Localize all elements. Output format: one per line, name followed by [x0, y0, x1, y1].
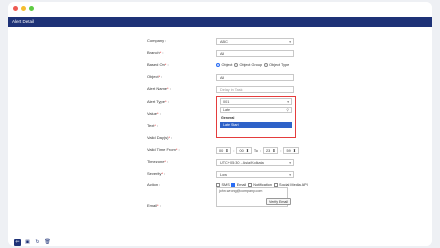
radio-object-type[interactable]: [263, 63, 268, 67]
to-minute-input[interactable]: 59 ⬍: [283, 147, 299, 154]
radio-object-label: Object: [221, 63, 233, 67]
action-label: Action :: [147, 182, 161, 187]
dropdown-group-general: General: [221, 116, 235, 120]
email-label: Email* :: [147, 203, 161, 208]
branch-label: Branch* :: [147, 50, 164, 55]
back-icon[interactable]: ⇐: [14, 239, 21, 246]
maximize-window-button[interactable]: [29, 6, 34, 11]
timezone-label: Timezone* :: [147, 159, 169, 164]
from-hour-input[interactable]: 00 ⬍: [216, 147, 232, 154]
search-icon: ⚲: [286, 108, 289, 112]
branch-field[interactable]: All: [216, 50, 294, 57]
time-colon: :: [280, 148, 282, 153]
page-title: Alert Detail: [12, 19, 35, 24]
valid-days-label: Valid Day(s)* :: [147, 135, 173, 140]
save-icon[interactable]: ▣: [24, 239, 31, 246]
to-label: To: [253, 148, 258, 153]
radio-object-group-label: Object Group: [239, 63, 263, 67]
delete-icon[interactable]: 🗑: [44, 239, 51, 246]
radio-object[interactable]: [216, 63, 220, 67]
page-header: Alert Detail: [8, 17, 432, 27]
alert-name-label: Alert Name* :: [147, 86, 171, 91]
bottom-toolbar: ⇐ ▣ ↻ 🗑: [8, 236, 432, 246]
minimize-window-button[interactable]: [21, 6, 26, 11]
valid-time-row: 00 ⬍ : 00 ⬍ To: 23 ⬍ : 59 ⬍: [216, 147, 299, 154]
based-on-radio-group: Object Object Group Object Type: [216, 62, 289, 68]
alert-type-dropdown[interactable]: 001 Late⚲ General Late Start: [216, 96, 296, 138]
refresh-icon[interactable]: ↻: [34, 239, 41, 246]
title-bar: [8, 2, 432, 15]
company-label: Company :: [147, 38, 167, 43]
timezone-select[interactable]: UTC+05:30 - Asia/Kolkata: [216, 159, 294, 166]
value-label: Value* :: [147, 111, 161, 116]
app-window: Alert Detail Company : ABC Branch* : All…: [8, 2, 432, 246]
valid-time-label: Valid Time From* :: [147, 147, 180, 152]
dropdown-option-late-start[interactable]: Late Start: [220, 122, 292, 128]
alert-name-field[interactable]: Delay in Task: [216, 86, 294, 93]
verify-email-button[interactable]: Verify Email: [266, 198, 291, 205]
based-on-label: Based On* :: [147, 62, 169, 67]
radio-object-type-label: Object Type: [269, 63, 290, 67]
radio-object-group[interactable]: [233, 63, 238, 67]
from-minute-input[interactable]: 00 ⬍: [236, 147, 252, 154]
time-colon: :: [233, 148, 235, 153]
close-window-button[interactable]: [13, 6, 18, 11]
alert-type-search-input[interactable]: Late ⚲: [220, 107, 292, 113]
to-hour-input[interactable]: 23 ⬍: [262, 147, 279, 154]
text-label: Text* :: [147, 123, 159, 128]
alert-type-label: Alert Type* :: [147, 99, 169, 104]
severity-label: Severity* :: [147, 171, 166, 176]
object-field[interactable]: All: [216, 74, 294, 81]
alert-type-select[interactable]: 001: [220, 98, 292, 105]
object-label: Object* :: [147, 74, 163, 79]
severity-select[interactable]: Low: [216, 171, 294, 178]
company-select[interactable]: ABC: [216, 38, 294, 45]
